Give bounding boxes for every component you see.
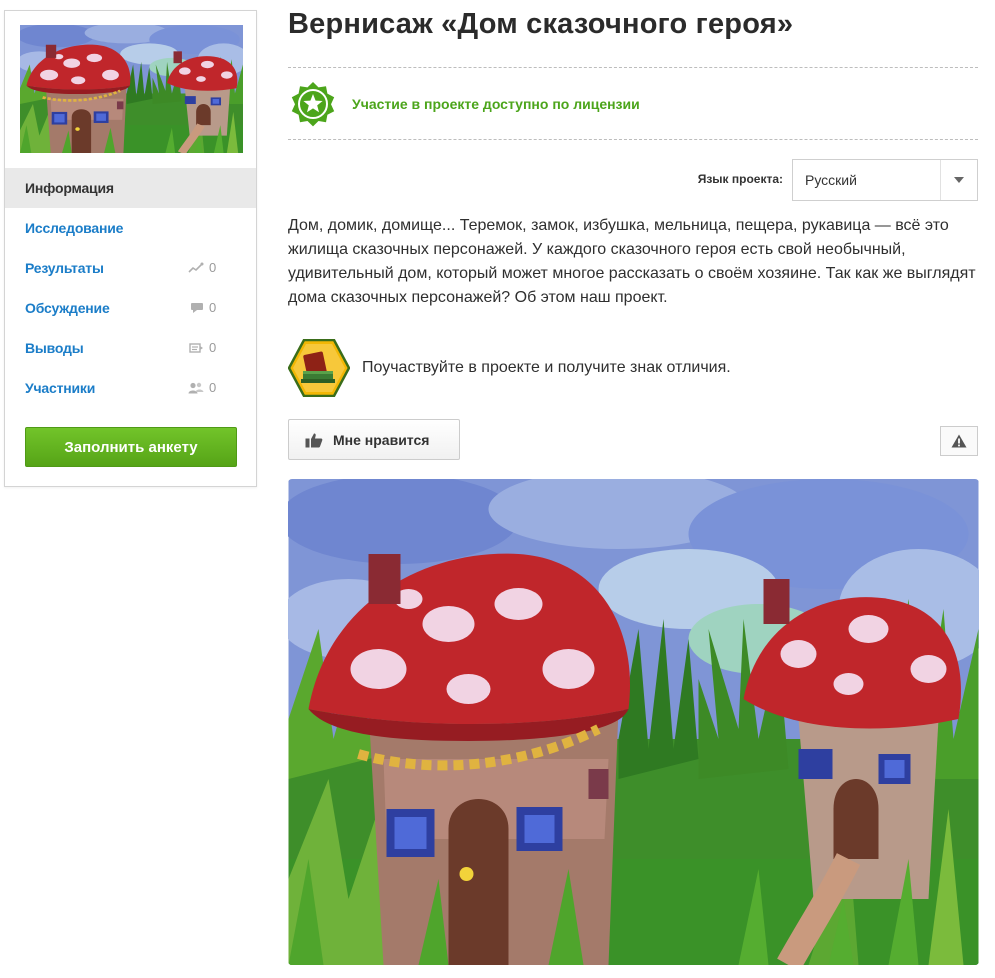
sidebar-item-info: Информация [5,168,256,208]
sidebar-item-discussion[interactable]: Обсуждение 0 [5,288,256,328]
star-badge-icon [291,82,335,127]
sidebar-item-participants[interactable]: Участники 0 [5,368,256,408]
language-value: Русский [805,172,857,188]
book-badge-icon [288,339,350,397]
page-title: Вернисаж «Дом сказочного героя» [288,8,794,40]
project-description: Дом, домик, домище... Теремок, замок, из… [288,217,976,306]
license-text[interactable]: Участие в проекте доступно по лицензии [352,96,640,112]
sidebar-item-results[interactable]: Результаты 0 [5,248,256,288]
sidebar: Информация Исследование Результаты 0 Обс… [4,10,257,487]
comment-icon [190,303,203,313]
sidebar-item-label: Обсуждение [25,300,110,316]
badge-text: Поучаствуйте в проекте и получите знак о… [362,359,731,376]
discussion-count: 0 [190,288,216,328]
language-label: Язык проекта: [697,172,783,186]
sidebar-item-label: Информация [25,180,114,196]
sidebar-item-label: Выводы [25,340,84,356]
report-button[interactable] [940,426,978,456]
note-icon [189,343,203,353]
like-label: Мне нравится [333,431,430,448]
like-button[interactable]: Мне нравится [288,419,460,460]
sidebar-item-research[interactable]: Исследование [5,208,256,248]
thumbs-up-icon [305,433,323,447]
project-thumbnail[interactable] [20,25,243,153]
badge-notice: Поучаствуйте в проекте и получите знак о… [288,339,731,397]
chevron-down-icon [940,160,977,200]
sidebar-nav: Информация Исследование Результаты 0 Обс… [5,168,256,408]
results-count: 0 [188,248,216,288]
users-icon [188,382,204,394]
divider [288,139,978,140]
participants-count: 0 [188,368,216,408]
chart-icon [188,262,204,273]
divider [288,67,978,68]
license-notice: Участие в проекте доступно по лицензии [288,79,640,129]
sidebar-item-conclusions[interactable]: Выводы 0 [5,328,256,368]
fill-form-button[interactable]: Заполнить анкету [25,427,237,467]
warning-icon [951,434,967,448]
language-select[interactable]: Русский [792,159,978,201]
conclusions-count: 0 [189,328,216,368]
sidebar-item-label: Участники [25,380,96,396]
project-image[interactable] [288,479,979,965]
sidebar-item-label: Результаты [25,260,104,276]
sidebar-item-label: Исследование [25,220,124,236]
